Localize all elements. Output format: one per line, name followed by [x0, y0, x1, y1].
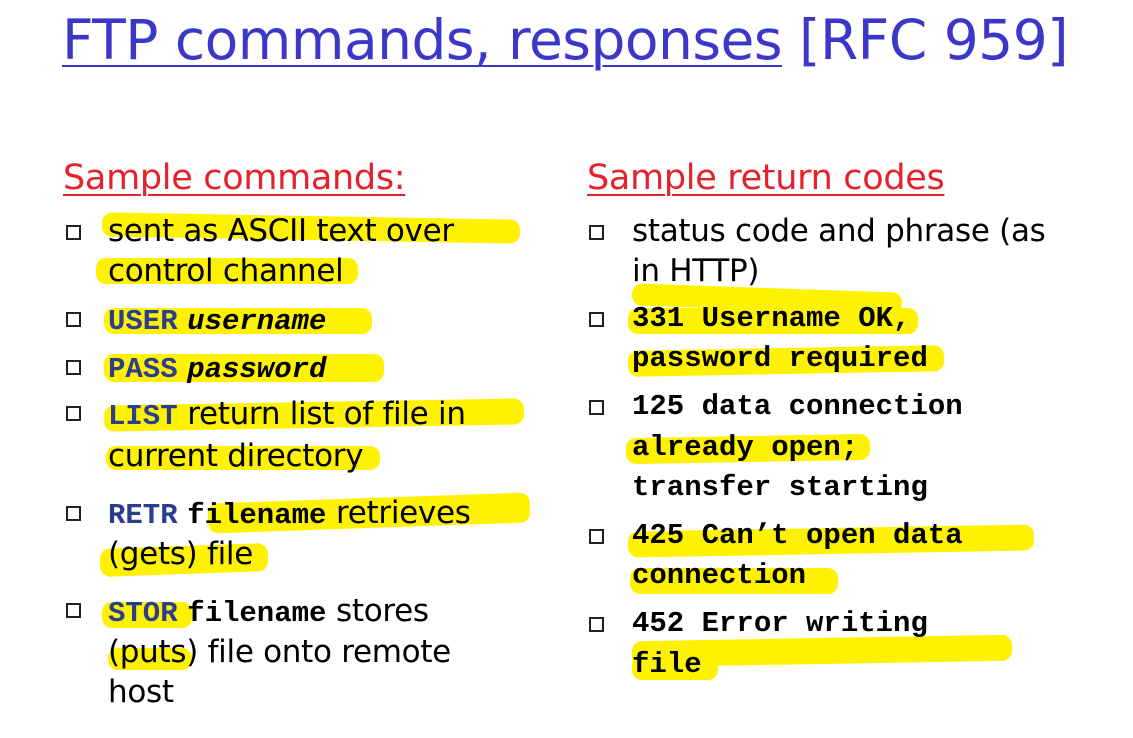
commands-heading: Sample commands:: [63, 158, 406, 198]
list-item-line: host: [108, 674, 174, 710]
bullet-square: [66, 406, 81, 421]
command-description: retrieves: [335, 495, 471, 531]
bullet-square: [66, 225, 81, 240]
bullet-square: [66, 603, 81, 618]
return-code-line: 331 Username OK,: [632, 302, 911, 335]
return-code-line: file: [632, 648, 702, 681]
bullet-square: [66, 312, 81, 327]
list-item-user: USER username: [108, 300, 326, 341]
slide-title-ref: [RFC 959]: [782, 8, 1069, 72]
command-keyword: RETR: [108, 499, 178, 532]
command-keyword: STOR: [108, 597, 178, 630]
command-description: return list of file in: [187, 396, 466, 432]
return-code-line: 125 data connection: [632, 390, 963, 423]
list-item-line: status code and phrase (as: [632, 213, 1046, 249]
list-item-line: control channel: [108, 253, 344, 289]
command-argument: username: [187, 305, 327, 338]
return-code-line: 452 Error writing: [632, 607, 928, 640]
command-description: stores: [335, 593, 429, 629]
slide-title-main: FTP commands, responses: [62, 8, 783, 72]
bullet-square: [589, 312, 604, 327]
bullet-square: [66, 506, 81, 521]
slide-title: FTP commands, responses [RFC 959]: [62, 8, 1069, 72]
list-item-line: in HTTP): [632, 253, 760, 289]
command-keyword: USER: [108, 305, 178, 338]
list-item-stor: STOR filename stores: [108, 592, 429, 633]
list-item-pass: PASS password: [108, 348, 326, 389]
list-item-line: (puts) file onto remote: [108, 634, 451, 670]
command-keyword: LIST: [108, 400, 178, 433]
return-code-line: password required: [632, 342, 928, 375]
command-argument: password: [187, 353, 327, 386]
command-argument: filename: [187, 499, 327, 532]
list-item-retr: RETR filename retrieves: [108, 494, 471, 535]
list-item-line: (gets) file: [108, 536, 254, 572]
return-code-line: connection: [632, 559, 807, 592]
command-keyword: PASS: [108, 353, 178, 386]
bullet-square: [589, 400, 604, 415]
return-code-line: already open;: [632, 431, 859, 464]
command-argument: filename: [187, 597, 327, 630]
bullet-square: [66, 360, 81, 375]
bullet-square: [589, 617, 604, 632]
bullet-square: [589, 225, 604, 240]
return-code-line: transfer starting: [632, 471, 928, 504]
return-codes-heading: Sample return codes: [587, 158, 945, 198]
bullet-square: [589, 529, 604, 544]
list-item-list: LIST return list of file in: [108, 395, 466, 436]
return-code-line: 425 Can’t open data: [632, 519, 963, 552]
list-item-line: sent as ASCII text over: [108, 213, 454, 249]
list-item-line: current directory: [108, 438, 364, 474]
